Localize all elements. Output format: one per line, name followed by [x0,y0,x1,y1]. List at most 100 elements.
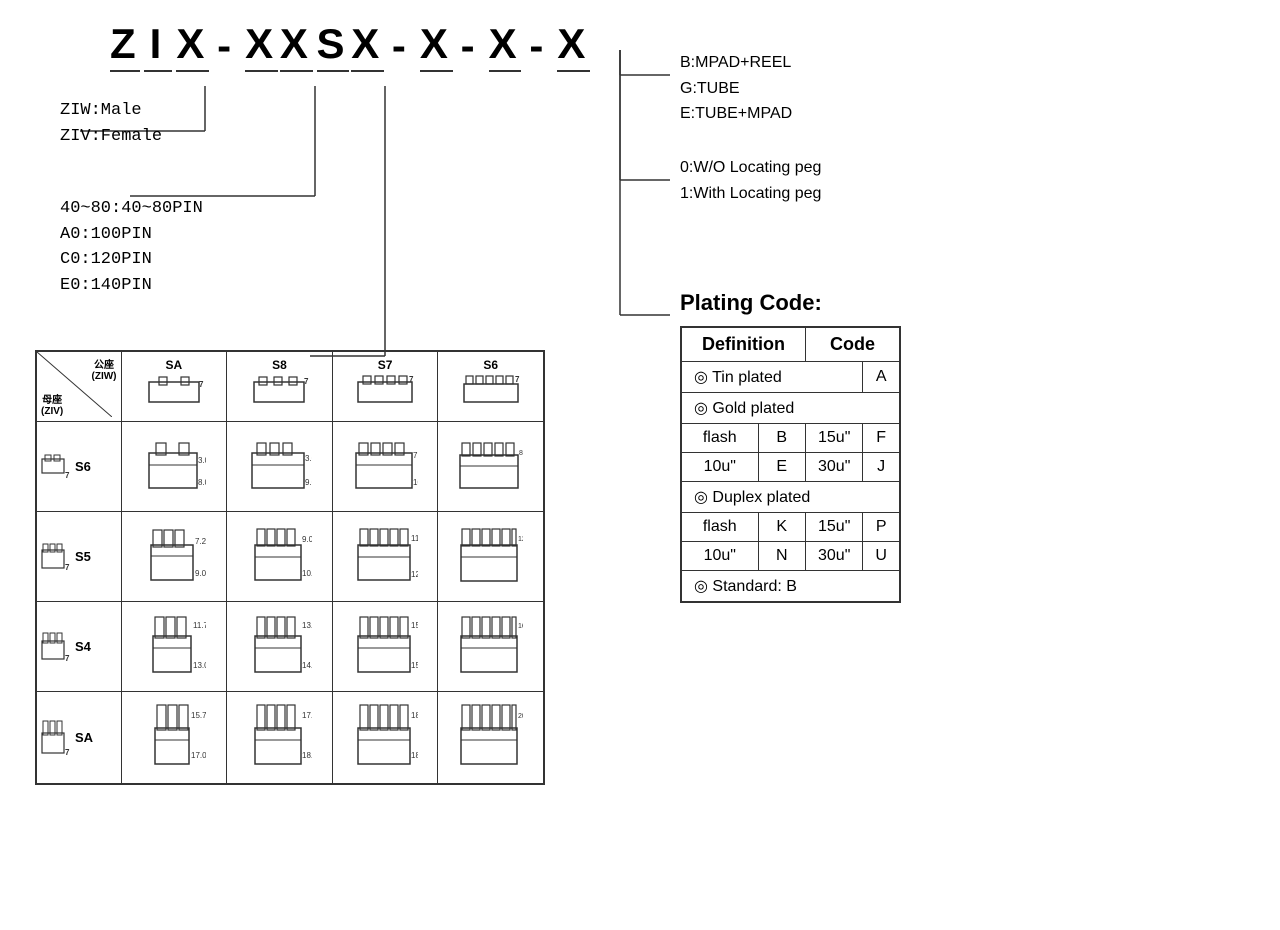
svg-text:14.0: 14.0 [302,661,312,670]
gender-female: ZIV:Female [60,124,162,150]
plating-title: Plating Code: [680,290,901,316]
svg-text:18.0: 18.0 [411,751,418,760]
table-row-s4: 7 S4 11.7 [37,602,544,692]
svg-text:20.0: 20.0 [518,713,523,720]
plating-def-15u: 15u" [806,424,863,453]
svg-text:15.7: 15.7 [191,711,206,720]
table-header-corner: 公座(ZIW) 母座(ZIV) [37,352,122,422]
plating-def-duplex-10u: 10u" [681,542,758,571]
svg-text:16.0: 16.0 [518,623,523,630]
pin-a0: A0:100PIN [60,222,203,248]
plating-block: Plating Code: Definition Code ◎ Tin plat… [680,280,901,603]
table-header-s6: S6 7 [438,352,544,422]
svg-text:7: 7 [65,654,70,663]
plating-code-p: P [863,513,900,542]
packaging-e: E:TUBE+MPAD [680,101,792,127]
pin-e0: E0:140PIN [60,273,203,299]
svg-text:12.0: 12.0 [411,570,418,579]
svg-text:11.0: 11.0 [411,534,418,543]
connector-s5-s6: 12.0 [458,520,523,590]
right-section: B:MPAD+REEL G:TUBE E:TUBE+MPAD 0:W/O Loc… [590,20,1250,910]
gender-male: ZIW:Male [60,98,162,124]
plating-def-duplex-flash: flash [681,513,758,542]
plating-def-flash: flash [681,424,758,453]
cell-s6-s6: 8.0 [438,422,544,512]
connector-s6-sa: 3.0 8.0 [141,433,206,498]
svg-text:7: 7 [304,377,309,386]
plating-row-duplex-header: ◎ Duplex plated [681,482,900,513]
table-row-s5: 7 S5 7.2 [37,512,544,602]
connector-s6-s8: 3.0 9.0 [247,433,312,498]
plating-header-definition: Definition [681,327,806,362]
connector-table: 公座(ZIW) 母座(ZIV) SA 7 [35,350,545,785]
svg-text:11.7: 11.7 [193,621,206,630]
connector-s4-sa: 11.7 13.0 [141,608,206,683]
plating-row-gold-header: ◎ Gold plated [681,393,900,424]
svg-text:7: 7 [199,380,204,389]
connector-s6-s6: 8.0 [458,433,523,498]
cell-s5-sa: 7.2 9.0 [121,512,227,602]
code-char-x2: X [420,20,453,72]
code-char-x1: X [176,20,209,72]
plating-code-f: F [863,424,900,453]
plating-code-k: K [758,513,806,542]
cell-s5-s7: 11.0 12.0 [332,512,438,602]
connector-s5-s8: 9.0 10.0 [247,520,312,590]
code-char-x4: X [557,20,590,72]
pin-40-80: 40~80:40~80PIN [60,196,203,222]
cell-sa-s6: 20.0 [438,692,544,784]
plating-def-gold: ◎ Gold plated [681,393,900,424]
plating-def-duplex-30u: 30u" [806,542,863,571]
code-line: Z I X - X X S X - X - X - X [30,20,590,72]
plating-def-duplex: ◎ Duplex plated [681,482,900,513]
pin-desc-block: 40~80:40~80PIN A0:100PIN C0:120PIN E0:14… [60,196,203,298]
plating-code-j: J [863,453,900,482]
plating-table: Definition Code ◎ Tin plated A ◎ Gold pl… [680,326,901,603]
plating-code-tin: A [863,362,900,393]
gender-desc-block: ZIW:Male ZIV:Female [60,98,162,149]
table-header-s8: S8 7 [227,352,333,422]
connector-sa-s6: 20.0 [458,696,523,776]
main-container: Z I X - X X S X - X - X - X [0,0,1280,930]
packaging-b: B:MPAD+REEL [680,50,792,76]
cell-s5-s6: 12.0 [438,512,544,602]
pin-c0: C0:120PIN [60,247,203,273]
svg-text:17.0: 17.0 [191,751,206,760]
svg-text:7: 7 [409,375,414,384]
table-header-sa: SA 7 [121,352,227,422]
code-char-xx2: X [280,20,313,72]
svg-text:9.0: 9.0 [302,535,312,544]
plating-code-e: E [758,453,806,482]
separator-2: - [392,22,412,70]
packaging-block: B:MPAD+REEL G:TUBE E:TUBE+MPAD [680,50,792,127]
svg-text:15.0: 15.0 [411,661,418,670]
plating-code-n: N [758,542,806,571]
cell-s4-s8: 13.0 14.0 [227,602,333,692]
svg-text:10.0: 10.0 [413,478,418,487]
code-char-sx2: X [351,20,384,72]
cell-s4-s6: 16.0 [438,602,544,692]
locating-block: 0:W/O Locating peg 1:With Locating peg [680,155,821,206]
table-row-sa: 7 SA 15.7 [37,692,544,784]
svg-text:8.0: 8.0 [198,478,206,487]
locating-0: 0:W/O Locating peg [680,155,821,181]
cell-s6-sa: 3.0 8.0 [121,422,227,512]
svg-text:8.0: 8.0 [519,450,523,457]
plating-def-standard: ◎ Standard: B [681,571,900,603]
locating-1: 1:With Locating peg [680,181,821,207]
connector-s5-s7: 11.0 12.0 [353,520,418,590]
connector-sa-sa: 15.7 17.0 [141,696,206,776]
plating-row-tin: ◎ Tin plated A [681,362,900,393]
separator-1: - [217,22,237,70]
svg-text:7.2: 7.2 [195,537,206,546]
svg-text:7: 7 [515,375,520,384]
connector-s4-s8: 13.0 14.0 [247,608,312,683]
s6-row-icon: 7 [41,454,71,479]
connector-s4-s7: 15.0 15.0 [353,608,418,683]
svg-text:9.0: 9.0 [305,478,312,487]
row-label-s5: 7 S5 [37,512,122,602]
plating-def-tin: ◎ Tin plated [681,362,863,393]
svg-text:7: 7 [65,748,70,757]
s8-header-connector: 7 [249,372,309,412]
separator-3: - [461,22,481,70]
